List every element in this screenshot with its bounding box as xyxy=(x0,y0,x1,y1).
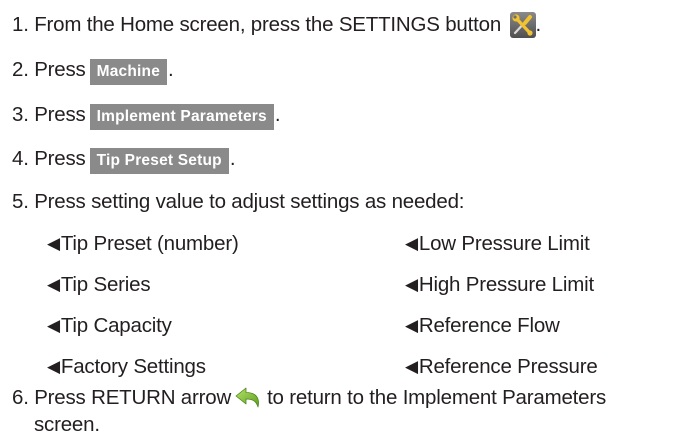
setting-item: ◀Reference Pressure xyxy=(405,354,598,381)
step-4-end: . xyxy=(229,147,236,170)
setting-item: ◀Reference Flow xyxy=(405,313,560,340)
step-6: 6. Press RETURN arrow to return to the I… xyxy=(12,385,606,411)
tip-preset-setup-button[interactable]: Tip Preset Setup xyxy=(89,148,229,174)
setting-label: Tip Capacity xyxy=(60,314,172,337)
setting-label: Tip Series xyxy=(60,273,151,296)
setting-item: ◀Tip Preset (number) xyxy=(47,231,239,258)
step-2-text: 2. Press xyxy=(12,58,86,81)
step-1-text: 1. From the Home screen, press the SETTI… xyxy=(12,13,502,36)
setting-label: High Pressure Limit xyxy=(418,273,594,296)
left-triangle-icon: ◀ xyxy=(47,275,60,294)
left-triangle-icon: ◀ xyxy=(47,357,60,376)
step-6-continuation: screen. xyxy=(34,412,100,438)
setting-item: ◀Tip Series xyxy=(47,272,151,299)
step-6-text-after: to return to the Implement Parameters xyxy=(267,386,607,409)
setting-label: Reference Pressure xyxy=(418,355,598,378)
left-triangle-icon: ◀ xyxy=(405,316,418,335)
implement-parameters-button[interactable]: Implement Parameters xyxy=(89,104,274,130)
step-3-end: . xyxy=(274,103,281,126)
return-arrow-icon xyxy=(235,387,259,408)
step-6-text-before: 6. Press RETURN arrow xyxy=(12,386,232,409)
left-triangle-icon: ◀ xyxy=(405,234,418,253)
step-5: 5. Press setting value to adjust setting… xyxy=(12,189,464,215)
setting-item: ◀Tip Capacity xyxy=(47,313,172,340)
step-1-end: . xyxy=(535,13,542,36)
left-triangle-icon: ◀ xyxy=(47,316,60,335)
setting-label: Low Pressure Limit xyxy=(418,232,590,255)
instructions-page: 1. From the Home screen, press the SETTI… xyxy=(0,0,679,440)
setting-label: Factory Settings xyxy=(60,355,206,378)
step-4: 4. Press Tip Preset Setup. xyxy=(12,146,236,174)
step-4-text: 4. Press xyxy=(12,147,86,170)
step-1: 1. From the Home screen, press the SETTI… xyxy=(12,12,541,38)
step-6-line-2: screen. xyxy=(34,413,100,436)
left-triangle-icon: ◀ xyxy=(405,275,418,294)
step-2-end: . xyxy=(168,58,174,81)
step-2: 2. Press Machine. xyxy=(12,57,174,85)
step-3-text: 3. Press xyxy=(12,103,86,126)
left-triangle-icon: ◀ xyxy=(405,357,418,376)
left-triangle-icon: ◀ xyxy=(47,234,60,253)
setting-item: ◀Low Pressure Limit xyxy=(405,231,590,258)
setting-label: Reference Flow xyxy=(418,314,560,337)
step-3: 3. Press Implement Parameters. xyxy=(12,102,281,130)
step-5-text: 5. Press setting value to adjust setting… xyxy=(12,190,465,213)
setting-item: ◀High Pressure Limit xyxy=(405,272,594,299)
machine-button[interactable]: Machine xyxy=(89,59,168,85)
setting-item: ◀Factory Settings xyxy=(47,354,206,381)
setting-label: Tip Preset (number) xyxy=(60,232,239,255)
settings-tools-icon xyxy=(509,12,536,38)
